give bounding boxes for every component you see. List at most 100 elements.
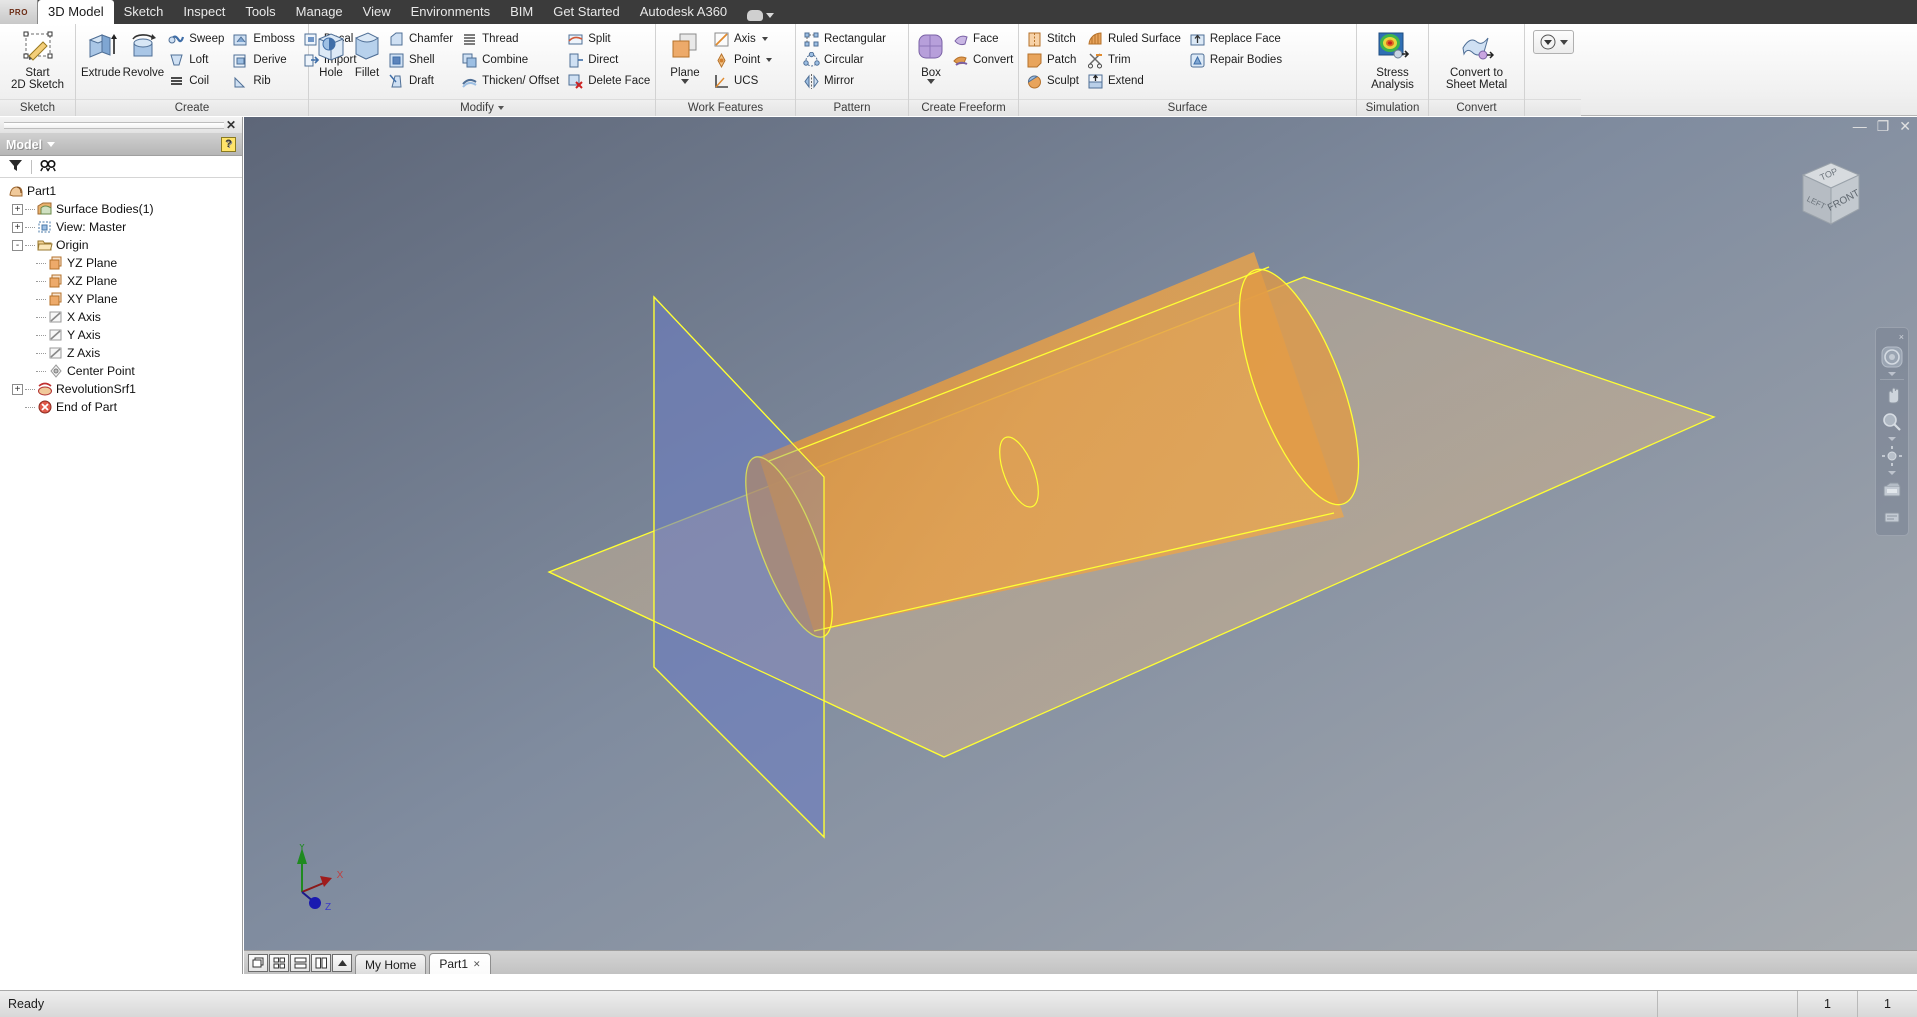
ruled-surface-button[interactable]: Ruled Surface (1085, 29, 1185, 49)
trim-button[interactable]: Trim (1085, 50, 1185, 70)
tile-windows-button[interactable] (269, 954, 289, 972)
menu-tab-inspect[interactable]: Inspect (173, 0, 235, 24)
tree-node-view-master[interactable]: + View: Master (6, 218, 242, 236)
menu-tab-environments[interactable]: Environments (401, 0, 500, 24)
panel-dropdown-caret-icon[interactable] (497, 105, 504, 110)
start-2d-sketch-button[interactable]: Start 2D Sketch (7, 28, 69, 91)
model-geometry[interactable] (244, 117, 1917, 974)
plane-button[interactable]: Plane (661, 28, 709, 84)
menu-tab-bim[interactable]: BIM (500, 0, 543, 24)
tile-vertical-button[interactable] (311, 954, 331, 972)
document-tab-part1[interactable]: Part1 ✕ (429, 953, 491, 974)
circular-pattern-button[interactable]: Circular (801, 50, 890, 70)
document-tab-my-home[interactable]: My Home (355, 954, 427, 974)
sweep-button[interactable]: Sweep (166, 29, 228, 49)
thread-button[interactable]: Thread (459, 29, 563, 49)
hole-button[interactable]: Hole (314, 28, 348, 79)
tree-node-y-axis[interactable]: Y Axis (6, 326, 242, 344)
derive-button[interactable]: Derive (230, 50, 299, 70)
axis-button[interactable]: Axis (711, 29, 776, 49)
point-button[interactable]: Point (711, 50, 776, 70)
cascade-windows-button[interactable] (248, 954, 268, 972)
menu-tab-view[interactable]: View (353, 0, 401, 24)
app-logo[interactable]: PRO (0, 0, 38, 24)
display-settings-icon[interactable] (1879, 505, 1905, 529)
shell-button[interactable]: Shell (386, 50, 457, 70)
expander-plus-icon[interactable]: + (12, 383, 23, 395)
expander-plus-icon[interactable]: + (12, 203, 23, 215)
close-button[interactable]: ✕ (1899, 119, 1911, 133)
tree-node-center-point[interactable]: Center Point (6, 362, 242, 380)
orbit-caret-icon[interactable] (1888, 471, 1896, 475)
menu-tab-sketch[interactable]: Sketch (114, 0, 174, 24)
chamfer-button[interactable]: Chamfer (386, 29, 457, 49)
expander-plus-icon[interactable]: + (12, 221, 23, 233)
tree-node-x-axis[interactable]: X Axis (6, 308, 242, 326)
ucs-button[interactable]: UCS (711, 71, 776, 91)
3d-viewport[interactable]: — ❐ ✕ TOP FRONT LEFT × Y X Z (244, 117, 1917, 974)
tree-node-part1[interactable]: Part1 (6, 182, 242, 200)
orbit-icon[interactable] (1879, 444, 1905, 468)
rib-button[interactable]: Rib (230, 71, 299, 91)
loft-button[interactable]: Loft (166, 50, 228, 70)
look-at-icon[interactable] (1879, 478, 1905, 502)
box-dropdown-caret-icon[interactable] (927, 79, 935, 84)
a360-sign-in-dropdown[interactable] (747, 10, 775, 24)
menu-tab-tools[interactable]: Tools (235, 0, 285, 24)
restore-button[interactable]: ❐ (1877, 119, 1890, 133)
rectangular-pattern-button[interactable]: Rectangular (801, 29, 890, 49)
extend-button[interactable]: Extend (1085, 71, 1185, 91)
convert-sheet-metal-button[interactable]: Convert to Sheet Metal (1434, 28, 1519, 91)
tree-node-end-of-part[interactable]: End of Part (6, 398, 242, 416)
axis-dropdown-caret-icon[interactable] (761, 37, 768, 41)
menu-tab-manage[interactable]: Manage (286, 0, 353, 24)
navbar-close-button[interactable]: × (1899, 332, 1904, 342)
delete-face-button[interactable]: Delete Face (565, 71, 654, 91)
patch-button[interactable]: Patch (1024, 50, 1083, 70)
tree-node-origin[interactable]: - Origin (6, 236, 242, 254)
freeform-convert-button[interactable]: Convert (950, 50, 1017, 70)
help-icon[interactable]: ? (221, 137, 236, 152)
find-icon[interactable] (40, 159, 57, 175)
tree-node-xy-plane[interactable]: XY Plane (6, 290, 242, 308)
fillet-button[interactable]: Fillet (350, 28, 384, 79)
view-cube[interactable]: TOP FRONT LEFT (1773, 147, 1869, 243)
expander-minus-icon[interactable]: - (12, 239, 23, 251)
plane-dropdown-caret-icon[interactable] (681, 79, 689, 84)
freeform-box-button[interactable]: Box (914, 28, 948, 84)
extrude-button[interactable]: Extrude (81, 28, 121, 79)
chevron-down-icon[interactable] (47, 142, 56, 147)
pan-icon[interactable] (1879, 383, 1905, 407)
tree-node-surface-bodies[interactable]: + Surface Bodies(1) (6, 200, 242, 218)
close-icon[interactable]: ✕ (473, 959, 481, 970)
browser-title-bar[interactable]: Model ? (0, 134, 242, 156)
menu-tab-autodesk-a360[interactable]: Autodesk A360 (630, 0, 737, 24)
point-dropdown-caret-icon[interactable] (766, 58, 773, 62)
tree-node-yz-plane[interactable]: YZ Plane (6, 254, 242, 272)
emboss-button[interactable]: Emboss (230, 29, 299, 49)
minimize-button[interactable]: — (1853, 119, 1867, 133)
revolve-button[interactable]: Revolve (123, 28, 164, 79)
stitch-button[interactable]: Stitch (1024, 29, 1083, 49)
appearance-dropdown-button[interactable] (1532, 30, 1574, 54)
direct-button[interactable]: Direct (565, 50, 654, 70)
replace-face-button[interactable]: Replace Face (1187, 29, 1286, 49)
mirror-button[interactable]: Mirror (801, 71, 890, 91)
sculpt-button[interactable]: Sculpt (1024, 71, 1083, 91)
browser-close-button[interactable]: ✕ (224, 118, 238, 132)
tree-node-revolution-srf1[interactable]: + RevolutionSrf1 (6, 380, 242, 398)
stress-analysis-button[interactable]: Stress Analysis (1362, 28, 1423, 91)
tile-horizontal-button[interactable] (290, 954, 310, 972)
menu-tab-3d-model[interactable]: 3D Model (38, 0, 114, 24)
zoom-icon[interactable] (1879, 410, 1905, 434)
draft-button[interactable]: Draft (386, 71, 457, 91)
tree-node-xz-plane[interactable]: XZ Plane (6, 272, 242, 290)
filter-icon[interactable] (8, 159, 23, 175)
steering-wheel-caret-icon[interactable] (1888, 372, 1896, 376)
split-button[interactable]: Split (565, 29, 654, 49)
coil-button[interactable]: Coil (166, 71, 228, 91)
combine-button[interactable]: Combine (459, 50, 563, 70)
menu-tab-get-started[interactable]: Get Started (543, 0, 629, 24)
thicken-offset-button[interactable]: Thicken/ Offset (459, 71, 563, 91)
browser-drag-grip[interactable]: ✕ (0, 117, 242, 134)
